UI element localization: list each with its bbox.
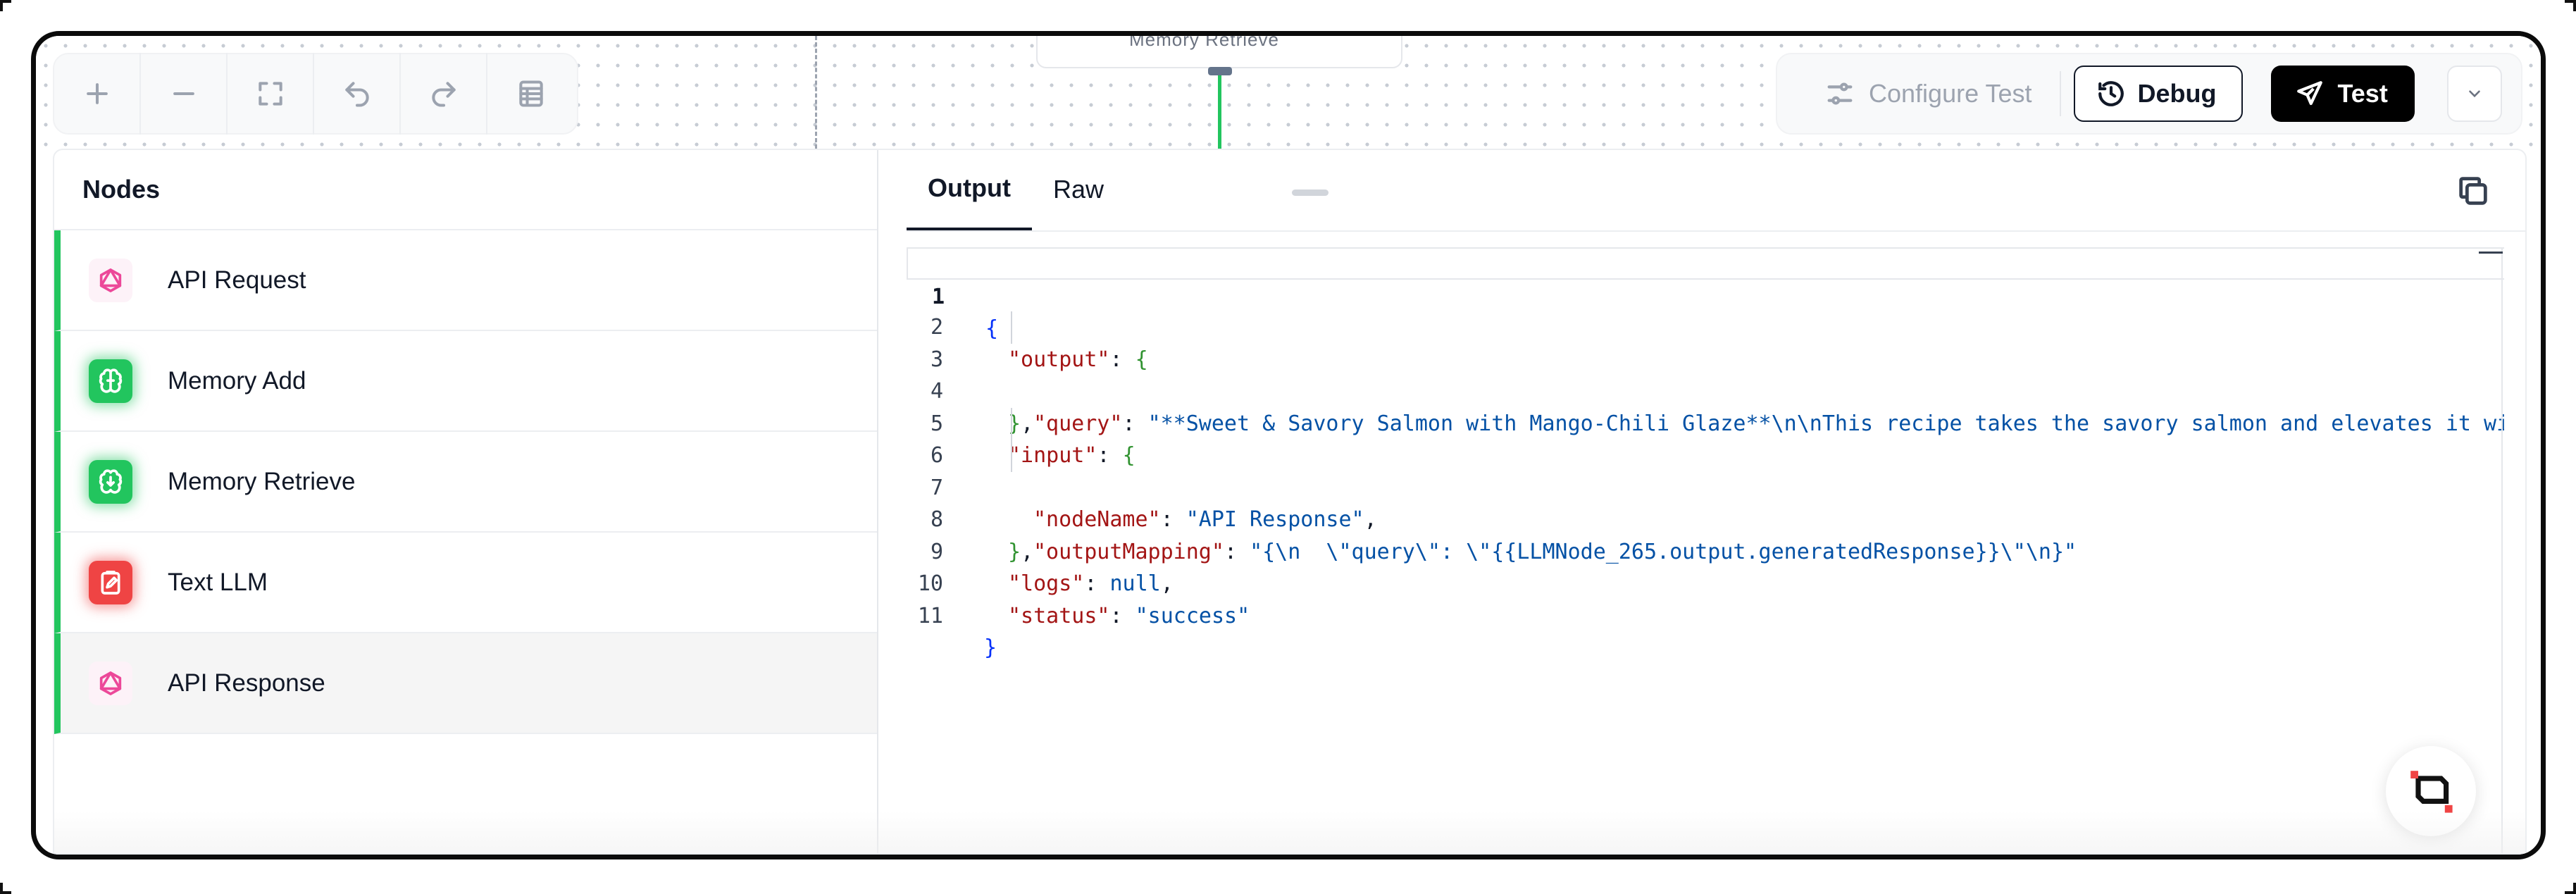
scrollbar-marker <box>2479 252 2503 254</box>
frame-corner <box>0 883 11 894</box>
line-number: 11 <box>917 603 943 628</box>
frame-corner <box>2565 883 2576 894</box>
edge-connector <box>1218 67 1221 150</box>
code-line: 8 }, <box>907 472 2504 564</box>
test-results-panel: Nodes API Request Memory Add Memory Retr… <box>53 149 2527 855</box>
zoom-in-button[interactable] <box>54 53 141 135</box>
toolbar-divider <box>2060 71 2062 116</box>
fit-view-icon <box>258 82 282 106</box>
code-line: 11 } <box>907 568 2504 661</box>
canvas-node-memory-retrieve[interactable]: Memory Retrieve <box>1036 31 1402 68</box>
clipboard-edit-icon <box>89 560 132 604</box>
redo-icon <box>431 82 456 107</box>
zoom-out-button[interactable] <box>141 53 228 135</box>
test-label: Test <box>2337 79 2388 108</box>
node-item-label: API Request <box>168 266 306 294</box>
brand-logo-icon <box>2410 771 2453 813</box>
code-line: 9 "logs": null, <box>907 504 2504 597</box>
test-toolbar: Configure Test Debug Test <box>1776 53 2522 135</box>
bottom-fade <box>54 811 2525 853</box>
nodes-list-pane: Nodes API Request Memory Add Memory Retr… <box>54 150 878 853</box>
zoom-toolbar <box>53 53 578 135</box>
node-item-memory-add[interactable]: Memory Add <box>54 331 877 432</box>
node-item-text-llm[interactable]: Text LLM <box>54 533 877 633</box>
code-line: 4 }, <box>907 344 2504 436</box>
canvas-node-label: Memory Retrieve <box>1129 31 1279 50</box>
configure-test-button[interactable]: Configure Test <box>1824 77 2031 110</box>
code-line: 7 "outputMapping": "{\n \"query\": \"{{L… <box>907 440 2504 564</box>
graphql-icon <box>89 258 132 302</box>
code-line: 2 "output": { <box>907 280 2504 372</box>
plus-icon <box>86 83 108 104</box>
undo-icon <box>344 82 369 107</box>
minus-icon <box>173 92 194 96</box>
node-item-label: Memory Add <box>168 366 306 395</box>
tab-output[interactable]: Output <box>907 149 1032 230</box>
graphql-icon <box>89 661 132 705</box>
json-viewer[interactable]: 1 { 2 "output": { 3 "query": "**Sweet & … <box>907 247 2504 853</box>
brain-plus-icon <box>89 359 132 403</box>
canvas-divider <box>815 36 817 149</box>
output-tabs: Output Raw <box>907 150 2525 232</box>
workflow-canvas[interactable]: Memory Retrieve Configure Test Debug Tes… <box>36 36 2541 150</box>
chevron-down-icon <box>2469 90 2480 98</box>
history-icon <box>2098 81 2124 106</box>
logs-button[interactable] <box>487 53 574 135</box>
code-line: 3 "query": "**Sweet & Savory Salmon with… <box>907 311 2504 436</box>
code-line: 5 "input": { <box>907 375 2504 468</box>
node-item-label: Text LLM <box>168 568 268 596</box>
debug-label: Debug <box>2137 79 2217 108</box>
node-item-memory-retrieve[interactable]: Memory Retrieve <box>54 432 877 533</box>
debug-button[interactable]: Debug <box>2074 66 2244 122</box>
frame-corner <box>0 0 11 11</box>
sliders-icon <box>1827 82 1853 105</box>
list-icon <box>518 80 543 107</box>
test-options-dropdown[interactable] <box>2446 66 2502 122</box>
node-handle[interactable] <box>1208 67 1232 75</box>
node-item-api-response[interactable]: API Response <box>54 633 877 734</box>
fit-view-button[interactable] <box>228 53 314 135</box>
node-item-label: Memory Retrieve <box>168 467 356 495</box>
nodes-title: Nodes <box>54 150 877 230</box>
copy-icon <box>2459 177 2487 205</box>
tab-raw[interactable]: Raw <box>1032 149 1125 230</box>
send-icon <box>2297 81 2323 106</box>
output-pane: Output Raw 1 { 2 "output": { 3 "query": … <box>878 150 2525 853</box>
configure-test-label: Configure Test <box>1869 79 2032 108</box>
code-line: 10 "status": "success" <box>907 536 2504 628</box>
frame-corner <box>2565 0 2576 11</box>
json-brace: } <box>984 635 997 660</box>
code-line: 6 "nodeName": "API Response", <box>907 407 2504 532</box>
vertical-scrollbar[interactable] <box>2501 247 2503 853</box>
json-value: "success" <box>1135 603 1250 628</box>
app-window: Memory Retrieve Configure Test Debug Tes… <box>31 31 2546 859</box>
copy-button[interactable] <box>2455 173 2491 209</box>
brain-download-icon <box>89 459 132 504</box>
node-item-api-request[interactable]: API Request <box>54 230 877 331</box>
undo-button[interactable] <box>314 53 401 135</box>
redo-button[interactable] <box>401 53 487 135</box>
test-button[interactable]: Test <box>2271 66 2415 122</box>
node-item-label: API Response <box>168 669 325 697</box>
code-line: 1 { <box>907 247 2504 341</box>
